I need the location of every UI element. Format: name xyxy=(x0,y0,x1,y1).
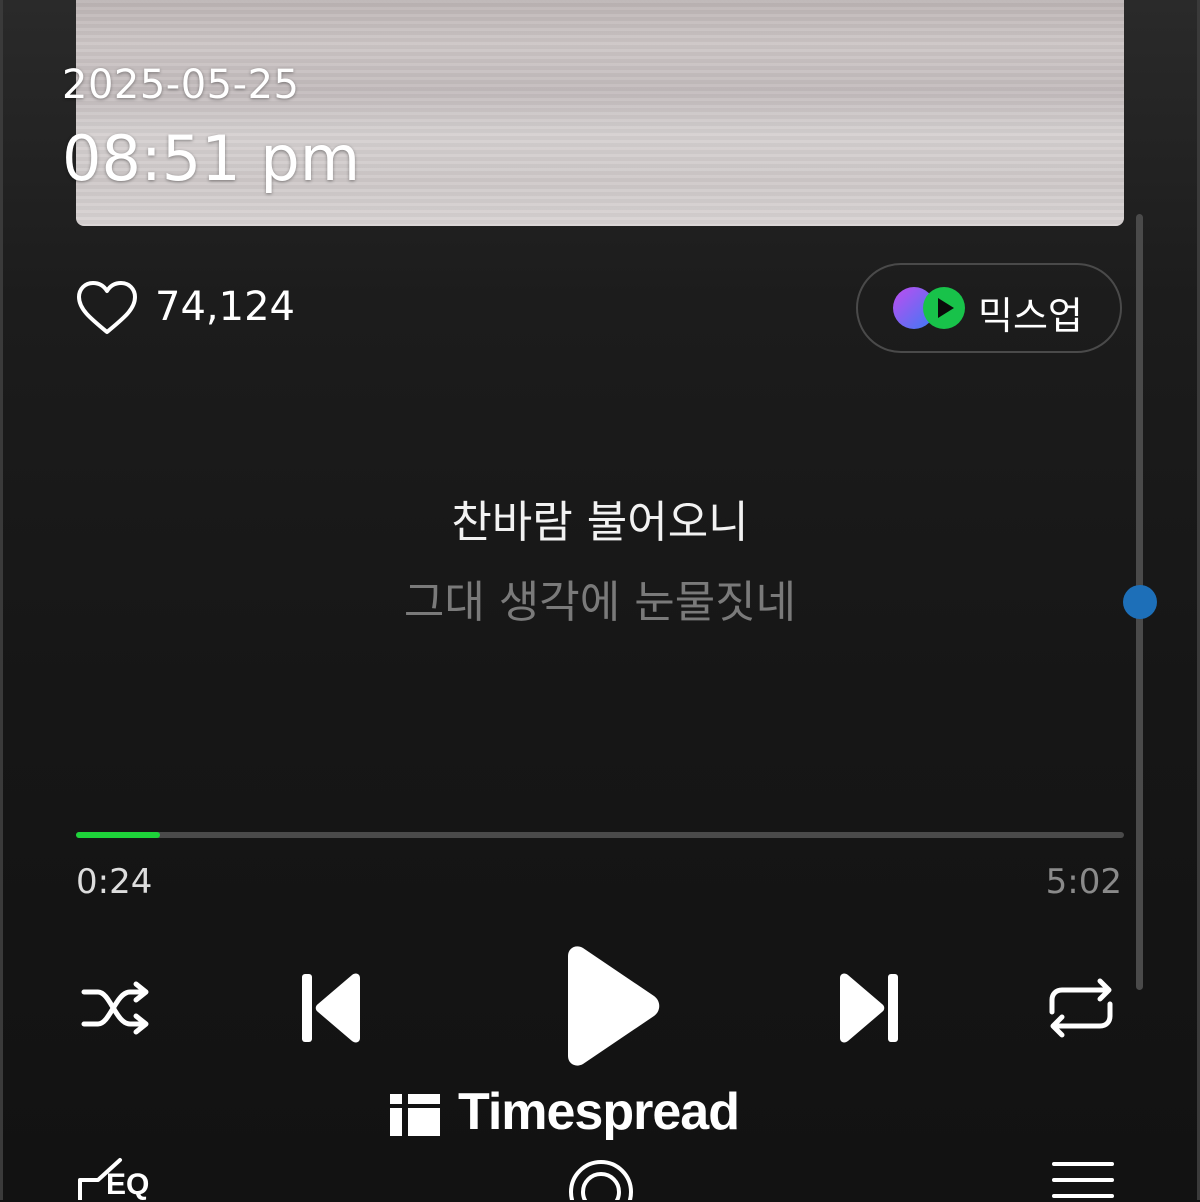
seek-bar-progress xyxy=(76,832,160,838)
skip-previous-icon[interactable] xyxy=(298,970,366,1046)
player-screen: 2025-05-25 08:51 pm 74,124 믹스업 찬바람 불어오니 … xyxy=(0,0,1200,1201)
mixup-label: 믹스업 xyxy=(978,294,1083,338)
repeat-icon[interactable] xyxy=(1046,976,1116,1040)
timespread-logo-icon xyxy=(390,1094,440,1136)
lyrics-scroll-thumb[interactable] xyxy=(1123,585,1157,619)
skip-next-icon[interactable] xyxy=(834,970,902,1046)
elapsed-time: 0:24 xyxy=(76,862,153,902)
shuffle-icon[interactable] xyxy=(80,978,154,1038)
like-count: 74,124 xyxy=(155,284,295,330)
watermark: Timespread xyxy=(390,1083,830,1142)
play-icon[interactable] xyxy=(558,944,662,1068)
seek-bar[interactable] xyxy=(76,832,1124,838)
playlist-menu-icon[interactable] xyxy=(1052,1158,1114,1200)
music-lens-icon[interactable] xyxy=(566,1156,636,1200)
timestamp-time: 08:51 pm xyxy=(62,122,361,195)
watermark-text: Timespread xyxy=(458,1083,740,1141)
mixup-button[interactable]: 믹스업 xyxy=(856,263,1122,353)
eq-label: EQ xyxy=(106,1168,150,1201)
mixup-icon xyxy=(893,287,965,329)
lyric-current-line[interactable]: 찬바람 불어오니 xyxy=(0,486,1200,550)
timestamp-date: 2025-05-25 xyxy=(62,62,300,108)
eq-button[interactable]: EQ xyxy=(76,1156,168,1201)
lyric-next-line[interactable]: 그대 생각에 눈물짓네 xyxy=(0,566,1200,630)
heart-icon[interactable] xyxy=(76,280,138,336)
total-time: 5:02 xyxy=(1045,862,1122,902)
